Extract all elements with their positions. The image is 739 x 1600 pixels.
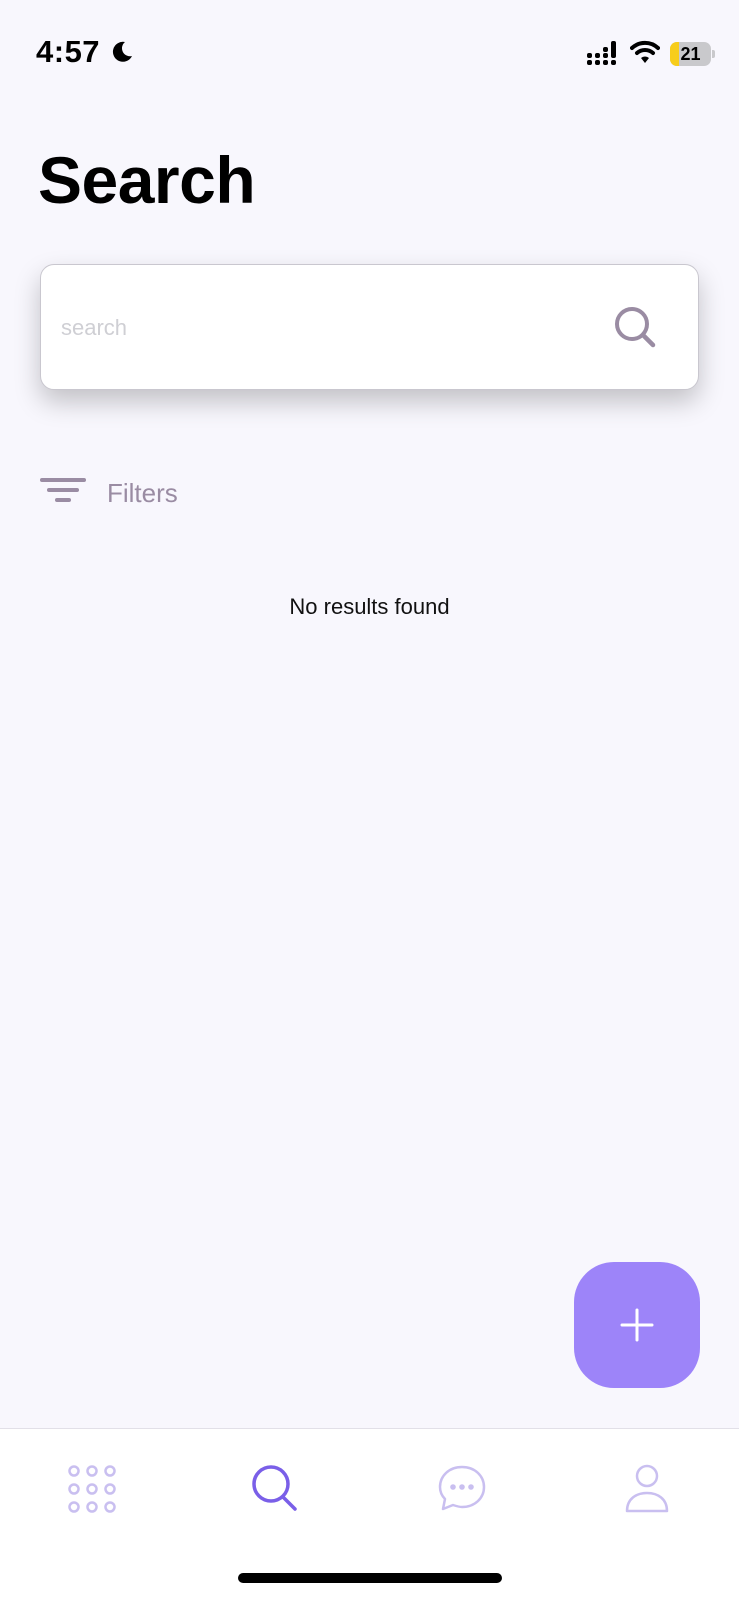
- search-bar[interactable]: [40, 264, 699, 390]
- page-title: Search: [38, 143, 256, 217]
- tab-home[interactable]: [62, 1459, 122, 1519]
- filters-button[interactable]: Filters: [40, 470, 240, 520]
- moon-icon: [110, 40, 134, 69]
- profile-icon: [625, 1464, 669, 1513]
- status-time: 4:57: [36, 34, 101, 69]
- search-input[interactable]: [61, 303, 581, 353]
- battery-indicator: 21: [670, 42, 715, 66]
- search-icon[interactable]: [613, 305, 663, 351]
- home-indicator: [238, 1573, 502, 1583]
- plus-icon: [620, 1308, 654, 1342]
- battery-level: 21: [680, 44, 701, 64]
- tab-profile[interactable]: [617, 1459, 677, 1519]
- chat-bubble-icon: [438, 1465, 486, 1511]
- filters-label: Filters: [107, 478, 178, 508]
- add-button[interactable]: [574, 1262, 700, 1388]
- filter-icon: [40, 476, 86, 513]
- empty-results-message: No results found: [289, 594, 450, 619]
- wifi-icon: [630, 40, 660, 69]
- tab-messages[interactable]: [432, 1459, 492, 1519]
- cellular-signal-icon: [587, 41, 621, 70]
- status-bar: 4:57 21: [0, 0, 739, 100]
- tab-search[interactable]: [247, 1459, 307, 1519]
- grid-icon: [68, 1465, 116, 1513]
- search-tab-icon: [252, 1465, 297, 1511]
- search-screen: 4:57 21 Search search Filters No results…: [0, 0, 739, 1600]
